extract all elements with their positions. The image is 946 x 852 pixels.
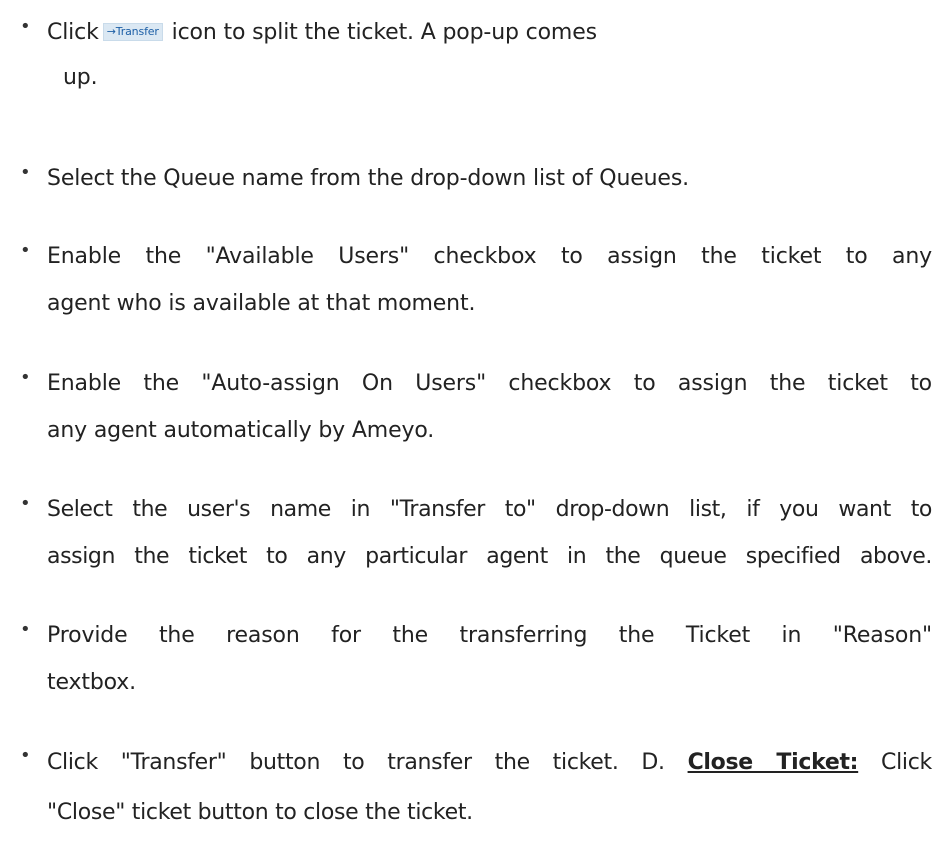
list-item-line: any agent automatically by Ameyo.	[47, 418, 435, 443]
list-item-line: Select the Queue name from the drop-down…	[47, 166, 689, 191]
list-item-line: Click "Transfer" button to transfer the …	[47, 738, 932, 788]
list-item-continuation: up.	[63, 65, 98, 90]
list-item-text: Provide the reason for the transferring …	[47, 612, 932, 706]
list-item-text-part: Click	[881, 750, 932, 775]
list-item-line: agent who is available at that moment.	[47, 291, 476, 316]
list-item-line: Select the user's name in "Transfer to" …	[47, 497, 932, 522]
bullet: •	[20, 493, 31, 514]
list-item-line: Enable the "Auto-assign On Users" checkb…	[47, 371, 932, 396]
list-item-line: textbox.	[47, 670, 136, 695]
bullet: •	[20, 162, 31, 183]
transfer-icon: →Transfer	[102, 23, 163, 41]
bullet: •	[20, 745, 31, 766]
list-item-text-part: icon to split the ticket. A pop-up comes	[171, 20, 597, 45]
list-item-line: Enable the "Available Users" checkbox to…	[47, 244, 932, 269]
bullet: •	[20, 16, 31, 37]
list-item-text-part: Click "Transfer" button to transfer the …	[47, 750, 665, 775]
close-ticket-heading: Close Ticket:	[687, 750, 859, 775]
list-item-line: Provide the reason for the transferring …	[47, 623, 932, 648]
list-item-text: Select the Queue name from the drop-down…	[47, 155, 932, 202]
list-item-text: Click →Transfer icon to split the ticket.…	[47, 10, 932, 100]
list-item-text: Enable the "Available Users" checkbox to…	[47, 233, 932, 327]
bullet: •	[20, 240, 31, 261]
list-item-text: Click "Transfer" button to transfer the …	[47, 738, 932, 838]
list-item-text: Select the user's name in "Transfer to" …	[47, 486, 932, 580]
bullet: •	[20, 619, 31, 640]
list-item-text: Enable the "Auto-assign On Users" checkb…	[47, 360, 932, 454]
list-item-line: assign the ticket to any particular agen…	[47, 544, 932, 569]
list-item-line: "Close" ticket button to close the ticke…	[47, 800, 473, 825]
list-item-text-part: Click	[47, 20, 99, 45]
bullet: •	[20, 367, 31, 388]
